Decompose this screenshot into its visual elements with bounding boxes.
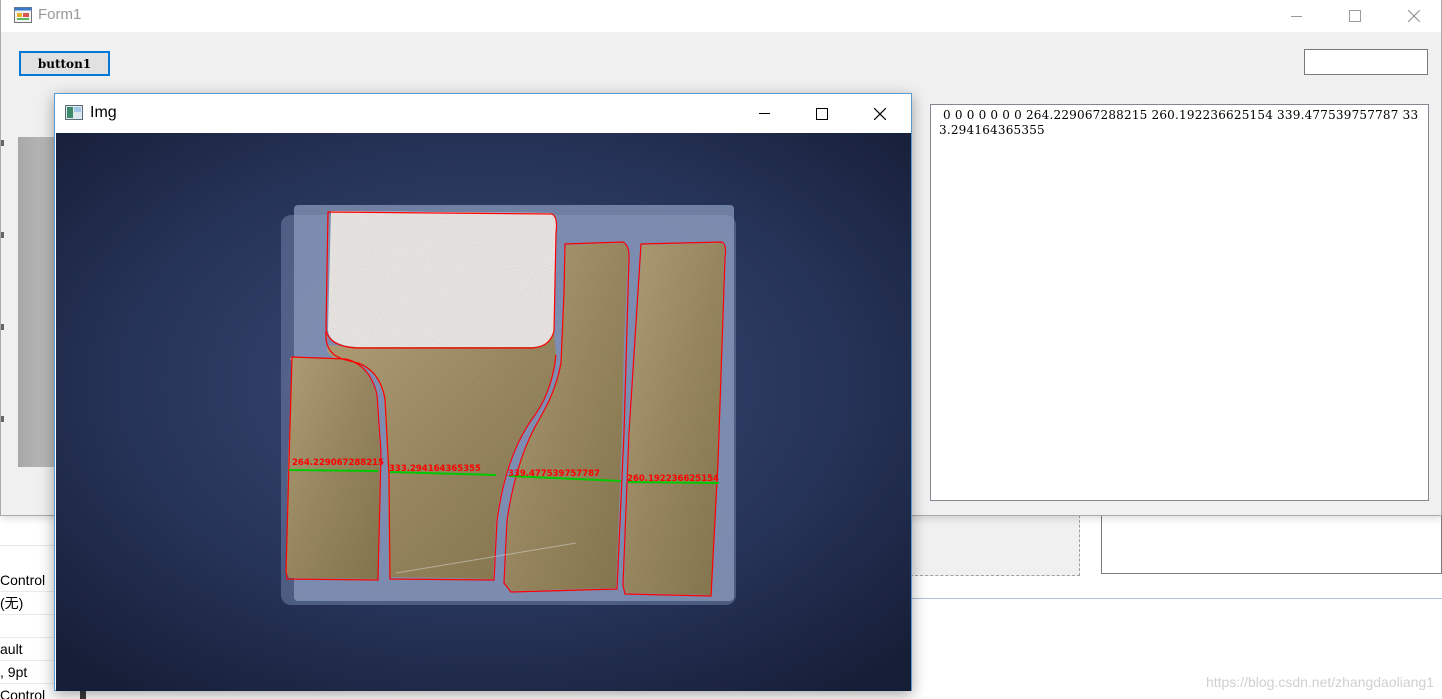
left-edge-mark	[1, 232, 4, 238]
designer-strip	[80, 690, 86, 699]
output-textbox[interactable]: 0 0 0 0 0 0 0 264.229067288215 260.19223…	[930, 104, 1429, 501]
measurement-label-1: 264.229067288215	[292, 458, 384, 468]
form1-title: Form1	[38, 6, 82, 23]
minimize-icon	[758, 113, 770, 114]
left-pad	[286, 357, 380, 579]
image-window-icon	[65, 105, 83, 120]
measurement-label-4: 260.192236625154	[627, 474, 719, 484]
property-grid-value[interactable]: Control	[0, 569, 54, 592]
button1[interactable]: button1	[19, 51, 110, 76]
inspection-image: 264.229067288215 333.294164365355 339.47…	[56, 133, 911, 691]
property-grid-value[interactable]	[0, 615, 54, 638]
close-icon	[874, 107, 886, 120]
measurement-label-3: 339.477539757787	[508, 469, 600, 479]
img-title: Img	[90, 104, 117, 121]
property-grid-row	[0, 522, 54, 546]
left-edge-mark	[1, 324, 4, 330]
img-maximize-button[interactable]	[793, 94, 851, 133]
form1-textbox[interactable]	[1304, 49, 1428, 75]
winform-app-icon	[14, 7, 32, 23]
designer-divider	[910, 598, 1442, 599]
measurement-label-2: 333.294164365355	[389, 464, 481, 474]
maximize-icon	[1349, 10, 1361, 22]
img-minimize-button[interactable]	[735, 94, 793, 133]
left-edge-mark	[1, 416, 4, 422]
img-window: Img 264.229067288215 333.294164365355 33…	[54, 93, 912, 691]
picturebox	[18, 137, 58, 467]
left-edge-mark	[1, 140, 4, 146]
property-grid-value[interactable]: ault	[0, 638, 54, 661]
property-grid-value[interactable]: , 9pt	[0, 661, 54, 684]
right-pad	[624, 243, 725, 595]
designer-dashed-panel	[910, 515, 1080, 576]
designer-textbox	[1101, 515, 1442, 574]
property-grid-value[interactable]: Control	[0, 684, 54, 699]
form1-minimize-button[interactable]	[1267, 0, 1325, 32]
form1-maximize-button[interactable]	[1326, 0, 1384, 32]
close-icon	[1408, 10, 1420, 22]
minimize-icon	[1290, 15, 1302, 17]
watermark-text: https://blog.csdn.net/zhangdaoliang1	[1205, 674, 1434, 690]
property-grid-value[interactable]: (无)	[0, 592, 54, 615]
form1-titlebar[interactable]: Form1	[1, 0, 1441, 32]
maximize-icon	[816, 107, 828, 120]
form1-close-button[interactable]	[1385, 0, 1442, 32]
img-titlebar[interactable]: Img	[55, 94, 911, 133]
img-close-button[interactable]	[851, 94, 909, 133]
